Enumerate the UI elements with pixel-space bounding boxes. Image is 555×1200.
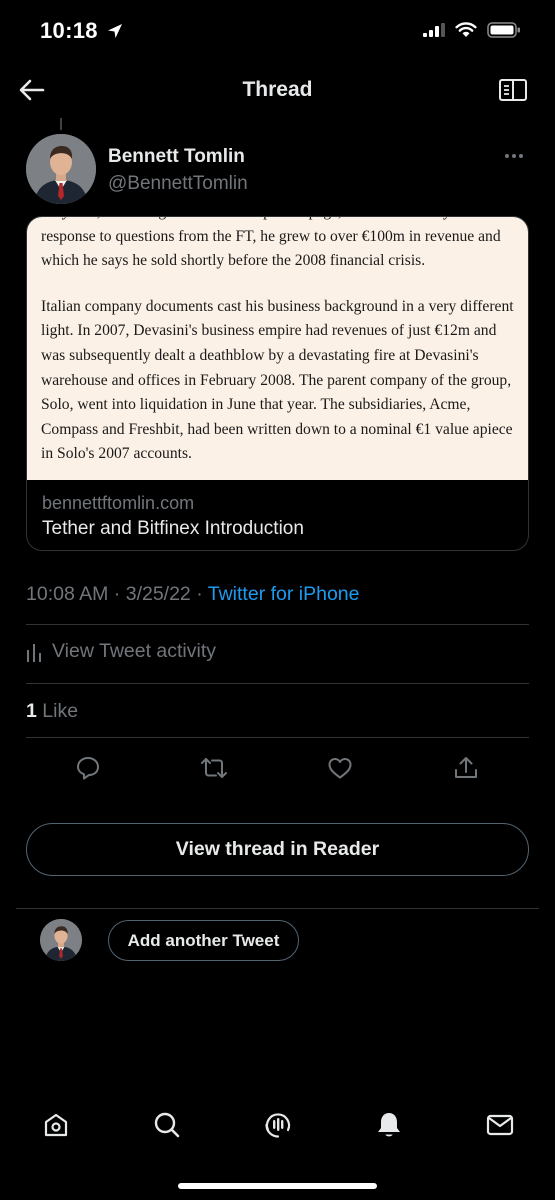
book-icon [499,79,527,101]
card-title: Tether and Bitfinex Introduction [42,518,304,539]
reply-icon [77,757,99,780]
like-count-label: Like [36,700,79,722]
tab-spaces[interactable] [261,1108,295,1142]
add-another-tweet-button[interactable]: Add another Tweet [108,920,299,961]
more-options-button[interactable] [499,146,529,166]
tweet-timestamp: 10:08 AM · 3/25/22 · [26,583,208,605]
tab-messages[interactable] [483,1108,517,1142]
view-thread-in-reader-button[interactable]: View thread in Reader [26,823,529,876]
likes-count[interactable]: 1 Like [26,700,78,723]
like-count-number: 1 [26,700,37,722]
divider [16,908,539,909]
home-indicator[interactable] [178,1183,377,1189]
clock-text: 10:18 [40,18,98,43]
share-icon [455,757,477,778]
retweet-button[interactable] [198,752,230,784]
notifications-icon [378,1113,400,1137]
status-time: 10:18 [40,18,124,44]
more-dot-icon [505,154,509,158]
spaces-icon [265,1113,291,1138]
tab-notifications[interactable] [372,1108,406,1142]
avatar-photo [40,919,82,961]
nav-bar: Thread [0,62,555,118]
reader-mode-button[interactable] [497,76,529,104]
divider [26,624,529,625]
reply-button[interactable] [72,752,104,784]
messages-icon [486,1114,514,1136]
activity-label: View Tweet activity [52,640,217,662]
link-preview-card[interactable]: Italy that, according to his Bitfinex pr… [26,216,529,551]
tab-home[interactable] [39,1108,73,1142]
battery-icon [487,22,520,38]
status-bar: 10:18 [0,0,555,62]
view-tweet-activity[interactable]: View Tweet activity [26,640,216,663]
card-image-article-excerpt: Italy that, according to his Bitfinex pr… [27,217,528,480]
thread-connector-line [60,118,62,130]
tab-search[interactable] [150,1108,184,1142]
author-handle[interactable]: @BennettTomlin [108,173,248,195]
like-button[interactable] [324,752,356,784]
wifi-icon [455,22,477,37]
cellular-signal-icon [423,23,445,37]
tweet-source-link[interactable]: Twitter for iPhone [208,583,360,605]
divider [26,737,529,738]
location-arrow-icon [108,24,123,38]
author-name[interactable]: Bennett Tomlin [108,146,245,168]
more-dot-icon [519,154,523,158]
share-button[interactable] [450,752,482,784]
tweet-timestamp-line: 10:08 AM · 3/25/22 · Twitter for iPhone [26,583,360,606]
author-avatar[interactable] [26,134,96,204]
activity-bars-icon [27,643,41,662]
bottom-tab-bar [0,1100,555,1150]
retweet-icon [201,758,227,778]
home-icon [44,1113,68,1137]
article-paragraph: Italian company documents cast his busin… [41,297,514,463]
current-user-avatar[interactable] [40,919,82,961]
card-domain: bennettftomlin.com [42,493,195,513]
avatar-photo [26,134,96,204]
article-excerpt: Italy that, according to his Bitfinex pr… [41,217,519,480]
like-icon [328,758,352,779]
search-icon [154,1112,180,1138]
divider [26,683,529,684]
article-paragraph: Italy that, according to his Bitfinex pr… [41,217,510,270]
tweet-actions [26,748,529,788]
more-dot-icon [512,154,516,158]
status-indicators [423,22,521,38]
page-title: Thread [242,78,313,101]
